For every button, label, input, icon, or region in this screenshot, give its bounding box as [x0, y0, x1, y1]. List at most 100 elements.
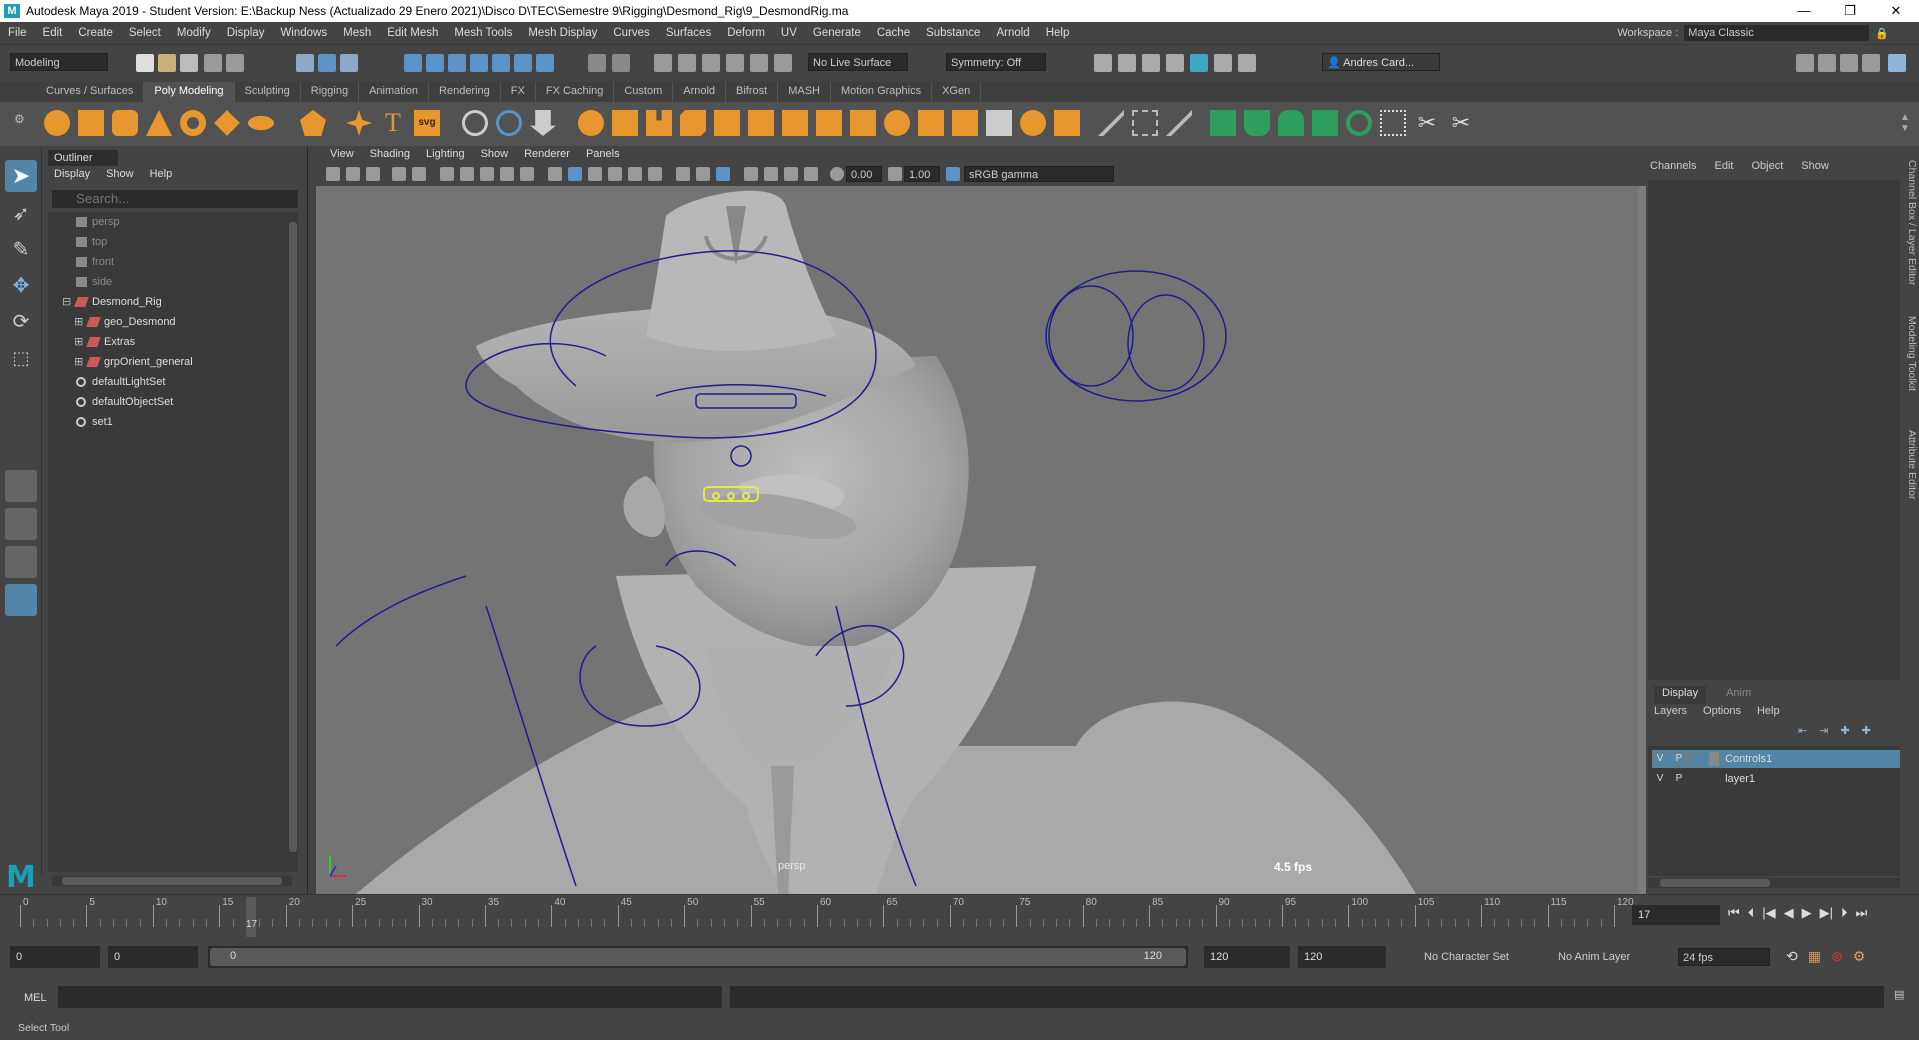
- side-tab-channel-box[interactable]: Channel Box / Layer Editor: [1906, 160, 1918, 286]
- ambient-occlusion-icon[interactable]: [676, 167, 690, 181]
- separate-icon[interactable]: [496, 110, 522, 136]
- gamma-field[interactable]: 1.00: [904, 166, 940, 182]
- loop-icon[interactable]: ⟲: [1786, 948, 1798, 965]
- bookmark-icon[interactable]: [366, 167, 380, 181]
- color-space-dropdown[interactable]: sRGB gamma: [964, 166, 1114, 182]
- layer-display-type[interactable]: [1690, 772, 1706, 786]
- fill-hole-icon[interactable]: [748, 110, 774, 136]
- shelf-tab-curves-surfaces[interactable]: Curves / Surfaces: [36, 82, 145, 102]
- playback-start-field[interactable]: 0: [108, 946, 198, 968]
- snap-point-icon[interactable]: [448, 54, 466, 72]
- render-current-icon[interactable]: [1118, 54, 1136, 72]
- film-gate-icon[interactable]: [460, 167, 474, 181]
- outliner-item[interactable]: ⊞ grpOrient_general: [48, 352, 288, 372]
- menu-display[interactable]: Display: [219, 27, 273, 39]
- menu-windows[interactable]: Windows: [272, 27, 335, 39]
- outliner-menu-help[interactable]: Help: [150, 168, 173, 186]
- persp-outliner-icon[interactable]: [5, 546, 37, 578]
- auto-key-icon[interactable]: ▦: [1808, 948, 1821, 965]
- smooth-icon[interactable]: [530, 110, 556, 136]
- channels-menu-object[interactable]: Object: [1751, 160, 1783, 172]
- platonic-icon[interactable]: [300, 110, 326, 136]
- layer-playback-toggle[interactable]: P: [1671, 752, 1687, 766]
- menu-curves[interactable]: Curves: [605, 27, 657, 39]
- outliner-hscrollbar[interactable]: [52, 876, 292, 886]
- cube-icon[interactable]: [78, 110, 104, 136]
- xray-components-icon[interactable]: [804, 167, 818, 181]
- pause-icon[interactable]: [1238, 54, 1256, 72]
- play-backwards-icon[interactable]: ◀: [1784, 905, 1794, 921]
- outliner-vscroll-thumb[interactable]: [289, 222, 297, 852]
- live-surface-dropdown[interactable]: No Live Surface: [808, 53, 908, 71]
- layer-color-swatch[interactable]: [1709, 752, 1719, 766]
- motion-blur-icon[interactable]: [696, 167, 710, 181]
- attribute-editor-icon[interactable]: [1840, 54, 1858, 72]
- layer-hscrollbar[interactable]: [1648, 878, 1900, 888]
- move-layer-up-icon[interactable]: ⇤: [1798, 724, 1807, 737]
- command-input[interactable]: [58, 986, 722, 1008]
- shelf-tab-fx[interactable]: FX: [501, 82, 536, 102]
- move-layer-down-icon[interactable]: ⇥: [1819, 724, 1828, 737]
- wedge-icon[interactable]: [1020, 110, 1046, 136]
- go-to-end-icon[interactable]: ⏭: [1855, 905, 1867, 921]
- shelf-tab-fx-caching[interactable]: FX Caching: [536, 82, 615, 102]
- menu-deform[interactable]: Deform: [719, 27, 773, 39]
- menu-file[interactable]: File: [0, 27, 35, 39]
- render-view-icon[interactable]: [1094, 54, 1112, 72]
- outliner-item[interactable]: set1: [48, 412, 288, 432]
- collapse-icon[interactable]: ⊟: [62, 292, 71, 312]
- text-icon[interactable]: T: [380, 110, 406, 136]
- outliner-item[interactable]: ⊞ Extras: [48, 332, 288, 352]
- lights-icon[interactable]: [628, 167, 642, 181]
- sew-uv-icon[interactable]: ✂: [1414, 110, 1440, 136]
- menu-generate[interactable]: Generate: [805, 27, 869, 39]
- wireframe-on-shaded-icon[interactable]: [588, 167, 602, 181]
- layer-menu-layers[interactable]: Layers: [1654, 705, 1687, 721]
- exposure-icon[interactable]: [830, 167, 844, 181]
- channel-box-icon[interactable]: [1888, 54, 1906, 72]
- close-button[interactable]: ✕: [1873, 0, 1919, 22]
- xray-joints-icon[interactable]: [784, 167, 798, 181]
- rotate-icon[interactable]: [774, 54, 792, 72]
- layer-hscroll-thumb[interactable]: [1660, 879, 1770, 887]
- mirror-icon[interactable]: [782, 110, 808, 136]
- shadows-icon[interactable]: [648, 167, 662, 181]
- lock-icon[interactable]: [588, 54, 606, 72]
- layer-row[interactable]: VP Controls1: [1652, 750, 1900, 768]
- uv-editor-icon[interactable]: [1132, 110, 1158, 136]
- rotate-tool-icon[interactable]: ⟳: [5, 306, 37, 338]
- workspace-dropdown[interactable]: Maya Classic: [1684, 25, 1870, 41]
- arnold-render-icon[interactable]: [1214, 54, 1232, 72]
- new-empty-layer-icon[interactable]: ✚: [1840, 724, 1849, 737]
- move-tool-icon[interactable]: ✥: [5, 270, 37, 302]
- sphere-icon[interactable]: [44, 110, 70, 136]
- channels-menu-edit[interactable]: Edit: [1714, 160, 1733, 172]
- side-tab-attribute-editor[interactable]: Attribute Editor: [1906, 430, 1918, 499]
- menu-substance[interactable]: Substance: [918, 27, 988, 39]
- time-slider[interactable]: 0 5 10 15 20 25 30 35 40 45 50 55 60 65 70 75 80 85 90 95 10…: [0, 894, 1919, 938]
- torus-icon[interactable]: [180, 110, 206, 136]
- menu-mesh-tools[interactable]: Mesh Tools: [446, 27, 520, 39]
- user-account-dropdown[interactable]: 👤 Andres Card...: [1322, 53, 1440, 71]
- multi-cut-icon[interactable]: [816, 110, 842, 136]
- automatic-map-icon[interactable]: [1312, 110, 1338, 136]
- cylindrical-map-icon[interactable]: [1244, 110, 1270, 136]
- bridge-icon[interactable]: [646, 110, 672, 136]
- magnet-icon[interactable]: [726, 54, 744, 72]
- viewport-menu-renderer[interactable]: Renderer: [516, 146, 578, 164]
- select-tool-icon[interactable]: ➤: [5, 160, 37, 192]
- uv-cut-icon[interactable]: [1166, 110, 1192, 136]
- viewport-canvas[interactable]: persp 4.5 fps: [316, 186, 1638, 894]
- plane-icon[interactable]: [214, 110, 240, 136]
- outliner-hscroll-thumb[interactable]: [62, 877, 282, 885]
- menu-uv[interactable]: UV: [773, 27, 805, 39]
- undo-icon[interactable]: [204, 54, 222, 72]
- tool-settings-icon[interactable]: [1862, 54, 1880, 72]
- go-to-start-icon[interactable]: ⏮: [1728, 905, 1740, 921]
- layer-tab-anim[interactable]: Anim: [1726, 686, 1751, 704]
- unfold-icon[interactable]: [1346, 110, 1372, 136]
- current-frame-field[interactable]: 17: [1632, 905, 1720, 925]
- menu-mesh[interactable]: Mesh: [335, 27, 379, 39]
- field-chart-icon[interactable]: [520, 167, 534, 181]
- image-plane-icon[interactable]: [392, 167, 406, 181]
